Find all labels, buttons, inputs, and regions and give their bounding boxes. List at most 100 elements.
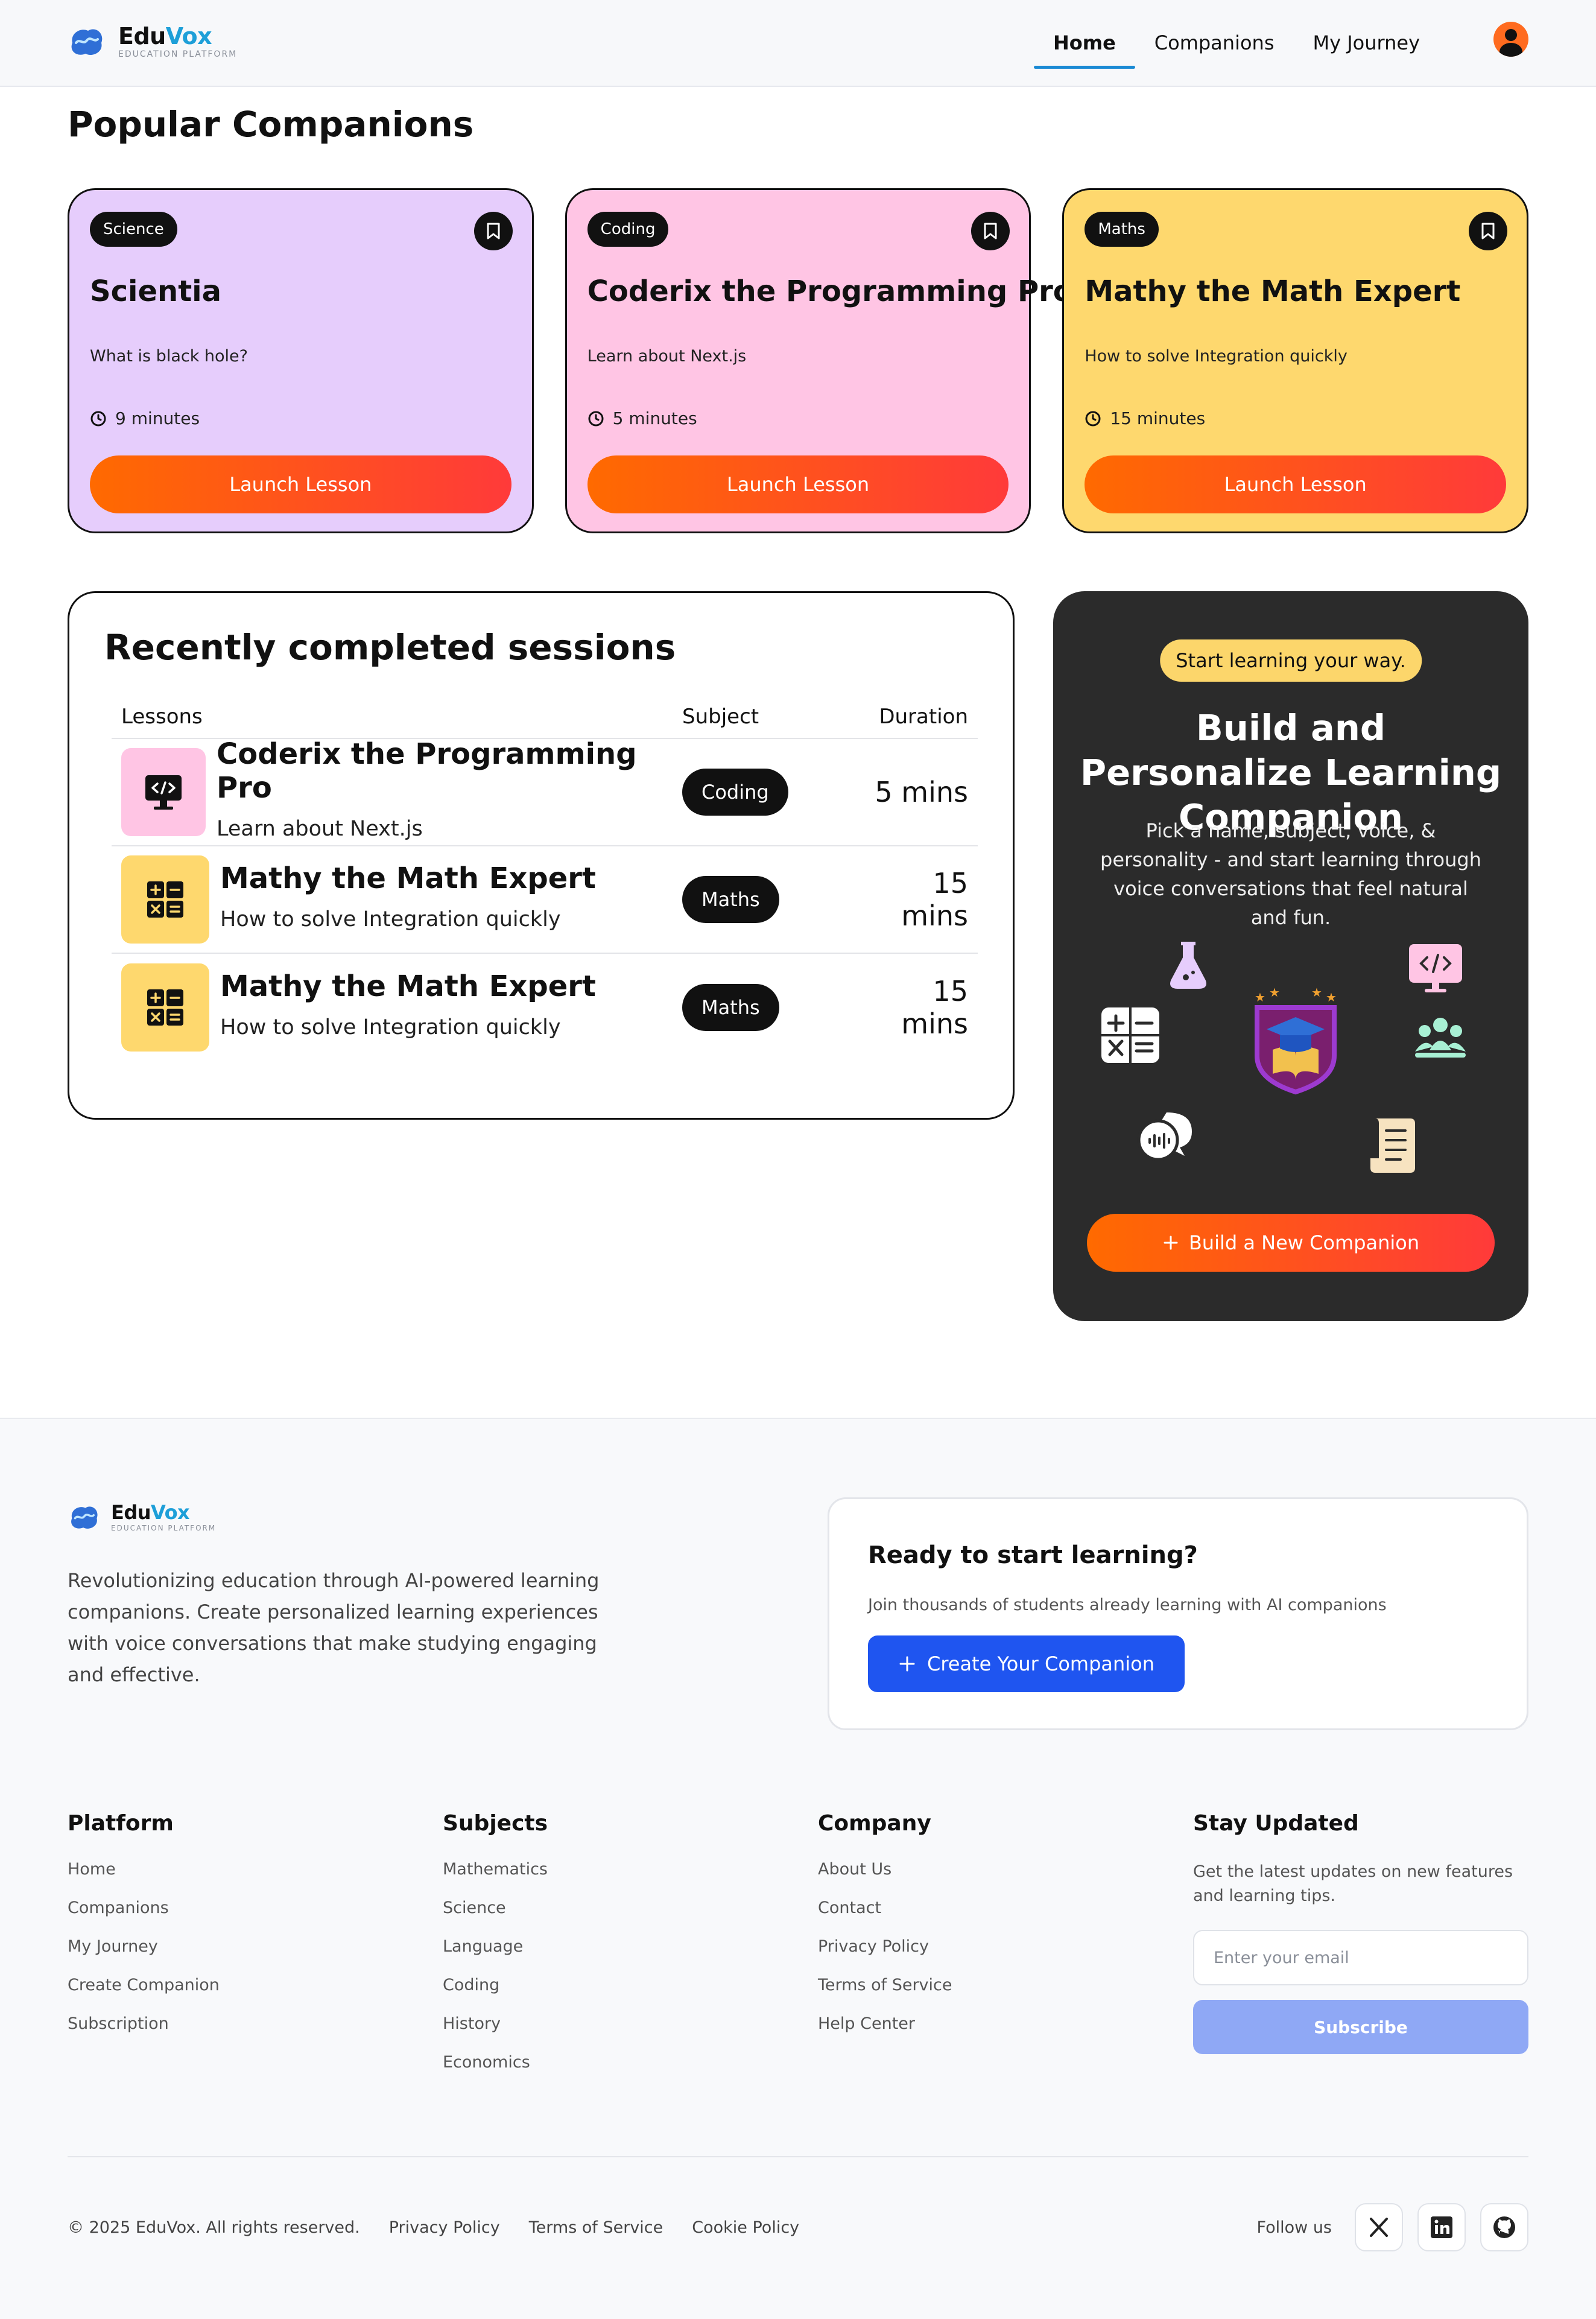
companion-duration: 15 minutes: [1085, 408, 1205, 428]
sessions-title: Recently completed sessions: [104, 627, 676, 668]
companion-topic: What is black hole?: [90, 347, 248, 366]
calculator-icon: [121, 855, 209, 944]
eduvox-logo-icon: [71, 1506, 98, 1529]
lesson-topic: How to solve Integration quickly: [220, 1015, 561, 1039]
github-icon[interactable]: [1480, 2203, 1528, 2251]
brand-tagline: EDUCATION PLATFORM: [111, 1524, 217, 1532]
lesson-name: Mathy the Math Expert: [220, 969, 596, 1003]
clock-icon: [588, 411, 604, 426]
footer-bottom-bar: © 2025 EduVox. All rights reserved. Priv…: [68, 2203, 799, 2251]
svg-text:★: ★: [1255, 990, 1265, 1004]
footer-newsletter: Stay Updated Get the latest updates on n…: [1193, 1811, 1528, 2092]
lesson-duration: 15 mins: [901, 867, 968, 932]
ready-cta-card: Ready to start learning? Join thousands …: [828, 1497, 1528, 1730]
build-new-companion-button[interactable]: Build a New Companion: [1087, 1214, 1495, 1272]
footer-link-language[interactable]: Language: [443, 1937, 818, 1976]
footer-columns: Platform Home Companions My Journey Crea…: [68, 1811, 1528, 2092]
legal-link-terms[interactable]: Terms of Service: [529, 2218, 663, 2237]
footer-link-mathematics[interactable]: Mathematics: [443, 1860, 818, 1899]
launch-lesson-button[interactable]: Launch Lesson: [90, 455, 511, 513]
lesson-duration: 5 mins: [875, 776, 968, 808]
nav-my-journey[interactable]: My Journey: [1293, 24, 1439, 69]
graduation-shield-icon: ★ ★ ★ ★: [1255, 985, 1337, 1095]
subject-badge: Coding: [587, 212, 669, 247]
brand-name: EduVox: [118, 23, 212, 49]
plus-icon: [1164, 1236, 1178, 1250]
column-subject: Subject: [682, 705, 759, 729]
footer-link-economics[interactable]: Economics: [443, 2053, 818, 2092]
footer-column-platform: Platform Home Companions My Journey Crea…: [68, 1811, 443, 2092]
create-your-companion-button[interactable]: Create Your Companion: [868, 1635, 1185, 1692]
companion-name: Coderix the Programming Pro: [587, 274, 1073, 308]
footer-column-subjects: Subjects Mathematics Science Language Co…: [443, 1811, 818, 2092]
subject-badge: Maths: [1085, 212, 1159, 247]
bookmark-icon[interactable]: [1469, 212, 1508, 250]
companion-card-coding: Coding Coderix the Programming Pro Learn…: [565, 188, 1073, 533]
ready-cta-title: Ready to start learning?: [868, 1541, 1198, 1569]
lesson-topic: How to solve Integration quickly: [220, 907, 561, 931]
subject-badge: Maths: [682, 984, 779, 1031]
companion-name: Mathy the Math Expert: [1085, 274, 1461, 308]
table-row[interactable]: Mathy the Math Expert How to solve Integ…: [112, 954, 978, 1061]
nav-home[interactable]: Home: [1033, 24, 1135, 69]
bookmark-icon[interactable]: [473, 212, 513, 250]
main-nav: Home Companions My Journey: [1033, 24, 1439, 69]
companion-topic: Learn about Next.js: [587, 347, 747, 366]
footer-link-terms[interactable]: Terms of Service: [818, 1976, 1193, 2014]
lesson-duration: 15 mins: [901, 975, 968, 1040]
code-monitor-icon: [121, 748, 206, 836]
bookmark-icon[interactable]: [971, 212, 1010, 250]
lesson-name: Mathy the Math Expert: [220, 861, 596, 895]
site-footer: EduVox EDUCATION PLATFORM Revolutionizin…: [0, 1418, 1596, 2319]
follow-us-label: Follow us: [1256, 2218, 1332, 2237]
lesson-topic: Learn about Next.js: [217, 817, 423, 841]
social-links: Follow us: [1257, 2203, 1528, 2251]
footer-link-about-us[interactable]: About Us: [818, 1860, 1193, 1899]
companion-card-maths: Maths Mathy the Math Expert How to solve…: [1062, 188, 1529, 533]
column-lessons: Lessons: [121, 705, 203, 729]
copyright-text: © 2025 EduVox. All rights reserved.: [68, 2218, 360, 2237]
footer-link-coding[interactable]: Coding: [443, 1976, 818, 2014]
table-row[interactable]: Coderix the Programming Pro Learn about …: [112, 737, 978, 846]
legal-link-cookies[interactable]: Cookie Policy: [692, 2218, 799, 2237]
launch-lesson-button[interactable]: Launch Lesson: [587, 455, 1009, 513]
brand-name: EduVox: [111, 1501, 190, 1524]
recent-sessions-panel: Recently completed sessions Lessons Subj…: [68, 591, 1015, 1120]
footer-link-help-center[interactable]: Help Center: [818, 2014, 1193, 2053]
footer-link-privacy-policy[interactable]: Privacy Policy: [818, 1937, 1193, 1976]
brand-tagline: EDUCATION PLATFORM: [118, 49, 238, 59]
subscribe-button[interactable]: Subscribe: [1193, 2000, 1528, 2054]
footer-column-company: Company About Us Contact Privacy Policy …: [818, 1811, 1193, 2092]
scroll-icon: [1370, 1118, 1415, 1173]
footer-link-home[interactable]: Home: [68, 1860, 443, 1899]
newsletter-title: Stay Updated: [1193, 1811, 1359, 1836]
ready-cta-description: Join thousands of students already learn…: [868, 1596, 1387, 1614]
cta-tag: Start learning your way.: [1160, 639, 1422, 682]
legal-link-privacy[interactable]: Privacy Policy: [389, 2218, 500, 2237]
subject-badge: Science: [90, 212, 177, 247]
footer-link-contact[interactable]: Contact: [818, 1899, 1193, 1937]
code-monitor-icon: [1409, 944, 1462, 992]
footer-link-subscription[interactable]: Subscription: [68, 2014, 443, 2053]
cta-description: Pick a name, subject, voice, & personali…: [1100, 819, 1481, 929]
footer-link-create-companion[interactable]: Create Companion: [68, 1976, 443, 2014]
nav-companions[interactable]: Companions: [1135, 24, 1294, 69]
x-icon[interactable]: [1355, 2203, 1403, 2251]
footer-logo[interactable]: EduVox EDUCATION PLATFORM: [68, 1502, 216, 1532]
subject-badge: Maths: [682, 876, 779, 923]
launch-lesson-button[interactable]: Launch Lesson: [1085, 455, 1507, 513]
footer-link-history[interactable]: History: [443, 2014, 818, 2053]
sessions-table: Lessons Subject Duration Coderix the Pro…: [112, 696, 978, 1061]
companion-cards: Science Scientia What is black hole? 9 m…: [68, 188, 1529, 533]
calculator-icon: [1101, 1007, 1159, 1063]
linkedin-icon[interactable]: [1417, 2203, 1466, 2251]
footer-link-science[interactable]: Science: [443, 1899, 818, 1937]
footer-link-companions[interactable]: Companions: [68, 1899, 443, 1937]
user-avatar-icon[interactable]: [1493, 22, 1528, 57]
table-row[interactable]: Mathy the Math Expert How to solve Integ…: [112, 846, 978, 954]
newsletter-email-input[interactable]: [1193, 1930, 1528, 1985]
svg-text:★: ★: [1269, 985, 1280, 1000]
newsletter-description: Get the latest updates on new features a…: [1193, 1862, 1513, 1905]
brand-logo[interactable]: EduVox EDUCATION PLATFORM: [68, 24, 237, 59]
footer-link-my-journey[interactable]: My Journey: [68, 1937, 443, 1976]
